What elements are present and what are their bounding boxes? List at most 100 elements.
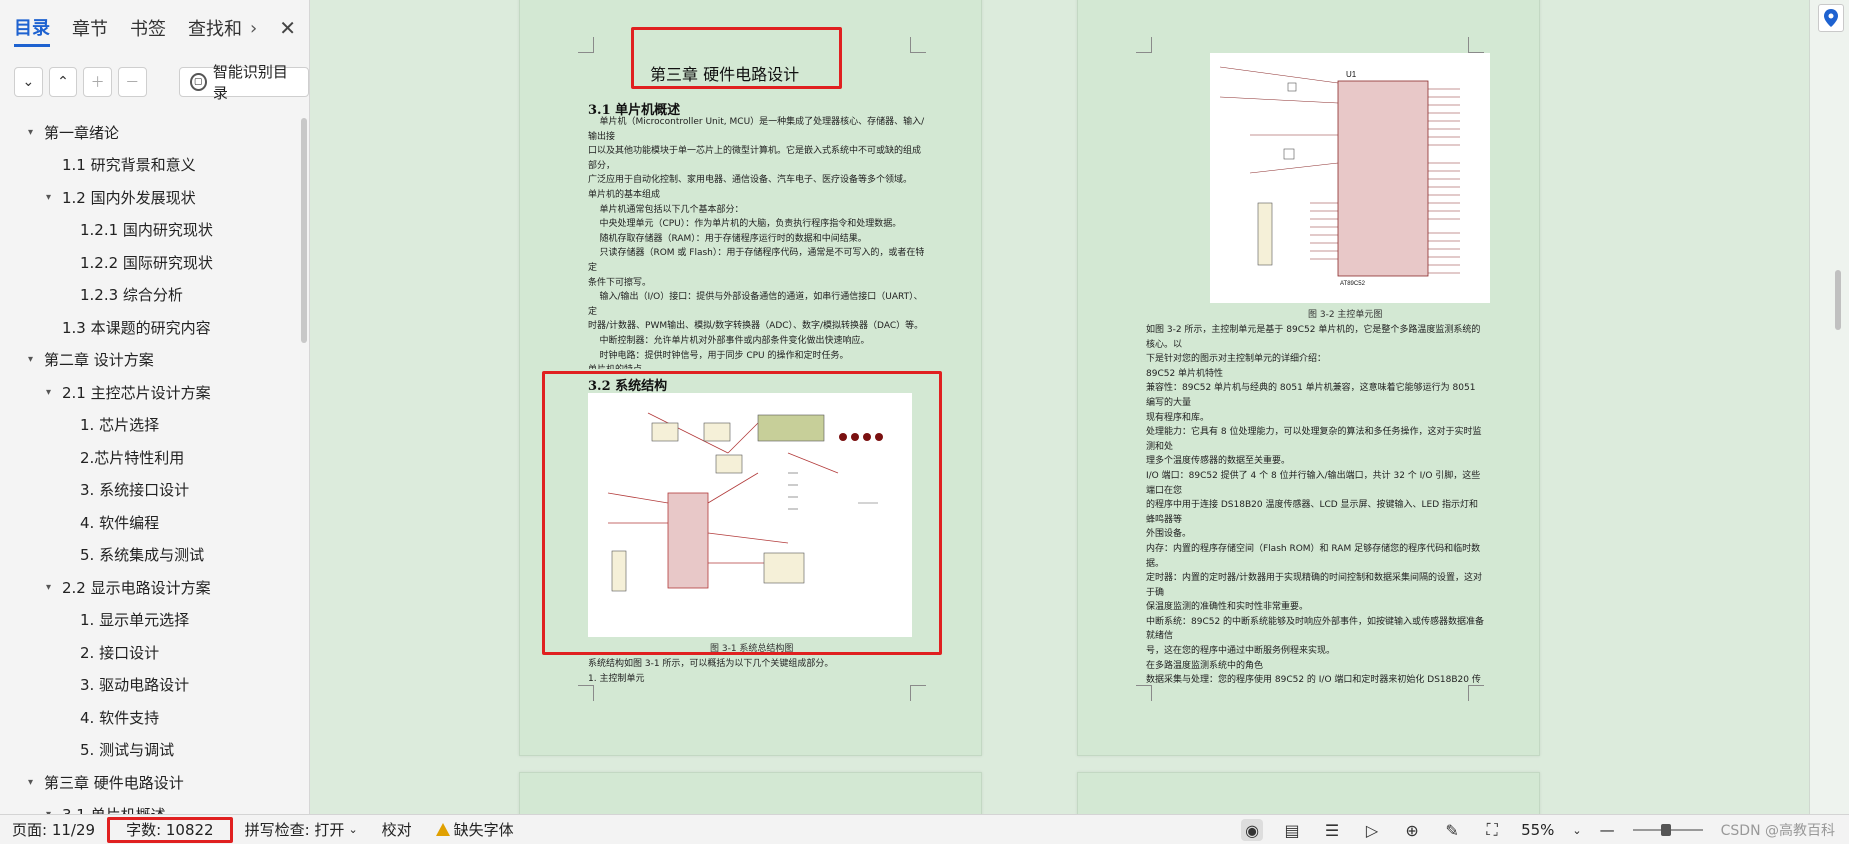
toc-item-label: 3.1 单片机概述	[62, 804, 166, 814]
close-icon[interactable]: ✕	[279, 16, 296, 40]
crop-mark	[1468, 685, 1484, 701]
expand-up-button[interactable]: ⌃	[48, 67, 78, 97]
document-scrollbar[interactable]	[1835, 270, 1841, 330]
toc-item[interactable]: ▾ 第二章 设计方案	[0, 344, 300, 377]
zoom-out-icon[interactable]: —	[1600, 821, 1615, 839]
tab-toc[interactable]: 目录	[14, 10, 50, 47]
status-bar: 页面: 11/29 字数: 10822 拼写检查: 打开 ⌄ 校对 缺失字体 ◉…	[0, 814, 1849, 844]
toc-item[interactable]: ▾ 1.2 国内外发展现状	[0, 181, 300, 214]
toc-item-label: 3. 系统接口设计	[80, 481, 190, 500]
toc-item-label: 1.2.1 国内研究现状	[80, 221, 213, 240]
toc-item[interactable]: 1.2.2 国际研究现状	[0, 246, 300, 279]
chevron-down-icon: ⌄	[348, 823, 358, 836]
page-indicator[interactable]: 页面: 11/29	[0, 819, 107, 840]
pen-icon[interactable]: ✎	[1441, 819, 1463, 841]
toc-item[interactable]: 5. 系统集成与测试	[0, 539, 300, 572]
spell-check-label: 拼写检查: 打开	[244, 821, 345, 839]
expand-arrow-icon[interactable]: ▾	[46, 387, 62, 398]
page-left: 第三章 硬件电路设计 3.1 单片机概述 单片机（Microcontroller…	[519, 0, 982, 756]
crop-mark	[910, 685, 926, 701]
figure-caption-3-1: 图 3-1 系统总结构图	[710, 644, 794, 654]
fit-page-icon[interactable]: ⛶	[1481, 819, 1503, 841]
body-text-3-1: 单片机（Microcontroller Unit, MCU）是一种集成了处理器核…	[588, 117, 925, 369]
outline-view-icon[interactable]: ☰	[1321, 819, 1343, 841]
expand-arrow-icon[interactable]: ▾	[28, 777, 44, 788]
tab-bookmarks[interactable]: 书签	[130, 11, 166, 45]
mcu-schematic-figure: U1 AT89C52	[1210, 53, 1490, 303]
toc-item[interactable]: 4. 软件支持	[0, 701, 300, 734]
toc-item[interactable]: 1.1 研究背景和意义	[0, 149, 300, 182]
toc-item[interactable]: ▾ 2.2 显示电路设计方案	[0, 571, 300, 604]
body-text-3-2: 系统结构如图 3-1 所示，可以概括为以下几个关键组成部分。 1. 主控制单元	[588, 659, 834, 684]
add-item-button[interactable]: ＋	[83, 67, 112, 97]
zoom-slider[interactable]	[1632, 824, 1703, 836]
web-view-icon[interactable]: ⊕	[1401, 819, 1423, 841]
toc-sidebar: 目录 章节 书签 查找和 › ✕ ⌄ ⌃ ＋ － ▢ 智能识别目录 ▾ 第一章绪论…	[0, 0, 310, 814]
toc-item[interactable]: 2.芯片特性利用	[0, 441, 300, 474]
expand-arrow-icon[interactable]: ▾	[28, 127, 44, 138]
ai-icon: ▢	[189, 73, 207, 91]
toc-item[interactable]: ▾3.1 单片机概述	[0, 799, 300, 814]
remove-item-button[interactable]: －	[117, 67, 147, 97]
chip-label-u1: U1	[1346, 70, 1357, 79]
toc-item-label: 1.2 国内外发展现状	[62, 188, 196, 207]
toc-item[interactable]: 4. 软件编程	[0, 506, 300, 539]
toc-scrollbar[interactable]	[301, 118, 307, 343]
toc-item[interactable]: ▾ 第一章绪论	[0, 116, 300, 149]
tab-find-replace[interactable]: 查找和	[188, 11, 242, 45]
view-controls: ◉ ▤ ☰ ▷ ⊕ ✎ ⛶ 55% ⌄ — CSDN @高教百科	[1241, 815, 1849, 844]
toc-item[interactable]: 1.2.3 综合分析	[0, 279, 300, 312]
collapse-all-button[interactable]: ⌄	[14, 67, 43, 97]
toc-item[interactable]: 1. 芯片选择	[0, 409, 300, 442]
eye-icon[interactable]: ◉	[1241, 819, 1264, 841]
figure-caption-3-2: 图 3-2 主控单元图	[1308, 310, 1383, 320]
expand-arrow-icon[interactable]: ▾	[46, 582, 62, 593]
toc-item[interactable]: ▾ 第三章 硬件电路设计	[0, 766, 300, 799]
spell-check-toggle[interactable]: 拼写检查: 打开 ⌄	[233, 819, 370, 840]
toc-item[interactable]: 1.2.1 国内研究现状	[0, 214, 300, 247]
toc-item[interactable]: 2. 接口设计	[0, 636, 300, 669]
toc-item-label: 2. 接口设计	[80, 643, 160, 662]
chevron-right-icon[interactable]: ›	[250, 18, 257, 39]
toc-item-label: 1.1 研究背景和意义	[62, 156, 196, 175]
crop-mark	[578, 685, 594, 701]
toc-item[interactable]: ▾ 2.1 主控芯片设计方案	[0, 376, 300, 409]
section-heading-3-2: 3.2 系统结构	[588, 379, 668, 394]
plus-icon: ＋	[90, 75, 105, 91]
minus-icon: －	[125, 75, 140, 91]
smart-toc-button[interactable]: ▢ 智能识别目录	[178, 63, 310, 102]
zoom-level[interactable]: 55%	[1521, 821, 1554, 839]
expand-arrow-icon[interactable]: ▾	[46, 192, 62, 203]
sidebar-tabs: 目录 章节 书签 查找和 › ✕	[0, 0, 309, 56]
tab-chapters[interactable]: 章节	[72, 11, 108, 45]
missing-font-button[interactable]: 缺失字体	[424, 819, 526, 840]
crop-mark	[1136, 685, 1152, 701]
system-schematic-figure	[588, 393, 912, 637]
toc-item[interactable]: 5. 测试与调试	[0, 734, 300, 767]
crop-mark	[1136, 37, 1152, 53]
toc-item[interactable]: 1. 显示单元选择	[0, 604, 300, 637]
chevron-down-icon[interactable]: ⌄	[1572, 824, 1581, 837]
toc-item-label: 1.2.3 综合分析	[80, 286, 183, 305]
toc-item-label: 2.2 显示电路设计方案	[62, 578, 211, 597]
toc-item-label: 5. 测试与调试	[80, 741, 175, 760]
toc-item[interactable]: 3. 驱动电路设计	[0, 669, 300, 702]
proofread-button[interactable]: 校对	[370, 819, 424, 840]
word-count[interactable]: 字数: 10822	[107, 816, 233, 843]
crop-mark	[578, 37, 594, 53]
expand-arrow-icon[interactable]: ▾	[28, 354, 44, 365]
smart-toc-label: 智能识别目录	[212, 63, 288, 102]
toc-item[interactable]: 3. 系统接口设计	[0, 474, 300, 507]
chevron-up-icon: ⌃	[57, 74, 69, 90]
chapter-title: 第三章 硬件电路设计	[650, 65, 800, 84]
toc-item[interactable]: 1.3 本课题的研究内容	[0, 311, 300, 344]
missing-font-label: 缺失字体	[453, 821, 514, 839]
page-view-icon[interactable]: ▤	[1281, 819, 1303, 841]
toc-item-label: 3. 驱动电路设计	[80, 676, 190, 695]
crop-mark	[910, 37, 926, 53]
body-text-right: 如图 3-2 所示，主控制单元是基于 89C52 单片机的，它是整个多路温度监测…	[1146, 325, 1485, 683]
play-icon[interactable]: ▷	[1361, 819, 1383, 841]
right-tool-strip	[1809, 0, 1849, 814]
location-pin-icon[interactable]	[1818, 4, 1844, 32]
warning-icon	[435, 823, 450, 836]
